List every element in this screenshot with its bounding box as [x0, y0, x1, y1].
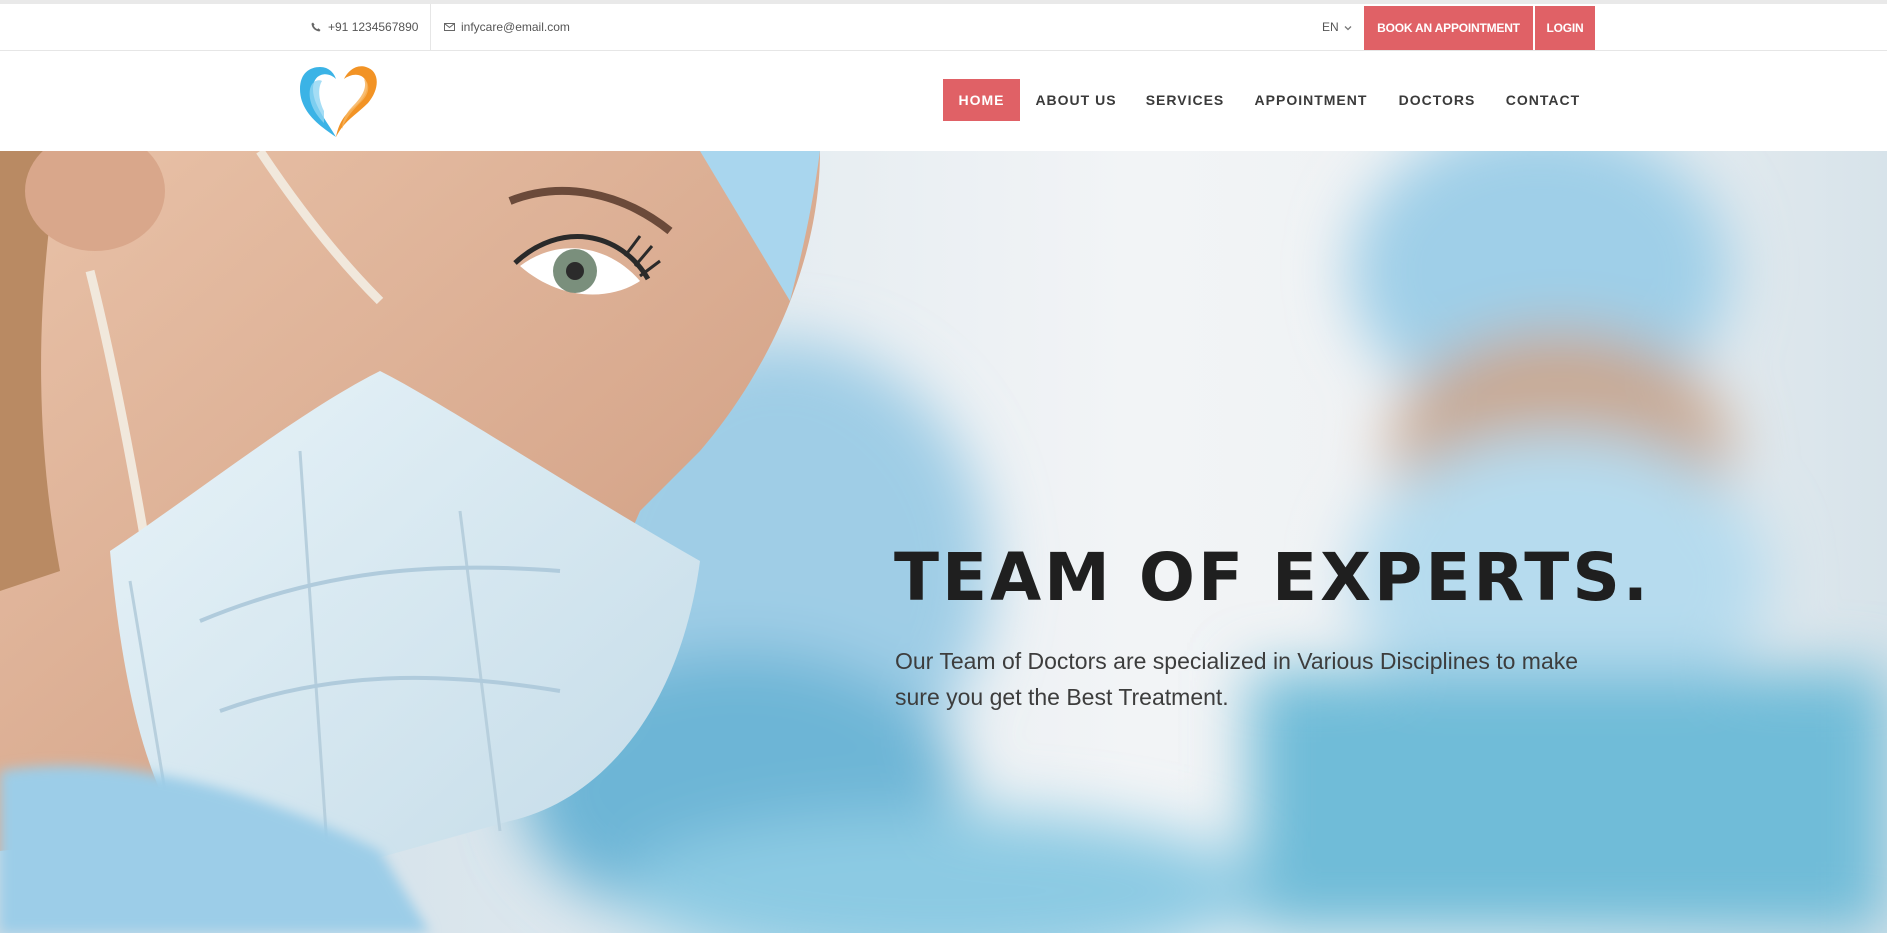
nav-doctors[interactable]: DOCTORS: [1390, 79, 1484, 121]
book-appointment-button[interactable]: BOOK AN APPOINTMENT: [1364, 6, 1533, 50]
hero-banner: TEAM OF EXPERTS. Our Team of Doctors are…: [0, 151, 1887, 933]
nav-about-us[interactable]: ABOUT US: [1030, 79, 1122, 121]
nav-services[interactable]: SERVICES: [1140, 79, 1230, 121]
envelope-icon: [443, 21, 455, 33]
chevron-down-icon: [1344, 20, 1352, 34]
login-button[interactable]: LOGIN: [1535, 6, 1595, 50]
hero-title: TEAM OF EXPERTS.: [894, 539, 1651, 616]
heart-logo[interactable]: [296, 59, 382, 141]
email-contact[interactable]: infycare@email.com: [443, 4, 570, 50]
nav-home[interactable]: HOME: [943, 79, 1020, 121]
email-address: infycare@email.com: [461, 20, 570, 34]
nav-appointment[interactable]: APPOINTMENT: [1248, 79, 1374, 121]
nav-contact[interactable]: CONTACT: [1498, 79, 1588, 121]
main-navbar: HOME ABOUT US SERVICES APPOINTMENT DOCTO…: [0, 51, 1887, 151]
phone-contact[interactable]: +91 1234567890: [310, 4, 418, 50]
phone-number: +91 1234567890: [328, 20, 419, 34]
hero-subtitle: Our Team of Doctors are specialized in V…: [895, 648, 1579, 710]
language-label: EN: [1322, 20, 1339, 34]
phone-icon: [310, 21, 322, 33]
language-selector[interactable]: EN: [1322, 4, 1352, 50]
topbar-divider: [430, 4, 431, 50]
top-bar: +91 1234567890 infycare@email.com EN BOO…: [0, 0, 1887, 51]
